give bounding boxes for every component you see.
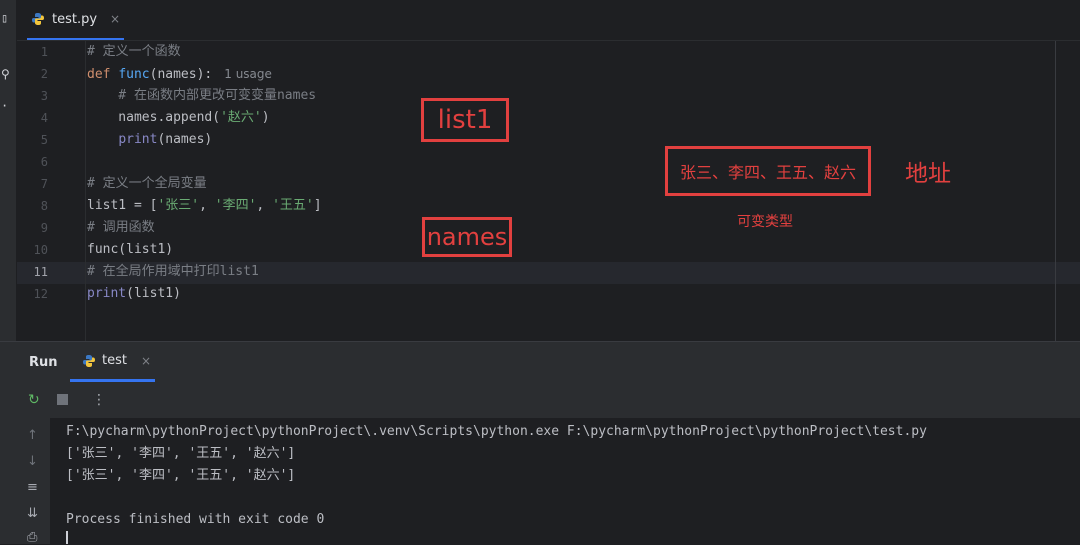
code-token: , — [199, 198, 215, 213]
left-tool-strip: ▯ ⚲ · — [0, 0, 17, 345]
line-number: 4 — [40, 111, 48, 125]
run-tab-label: test — [102, 353, 127, 368]
project-icon[interactable]: ▯ — [1, 12, 8, 24]
output-line: F:\pycharm\pythonProject\pythonProject\.… — [66, 424, 927, 439]
rerun-icon[interactable]: ↻ — [28, 392, 40, 408]
annotation-values-label: 张三、李四、王五、赵六 — [679, 163, 856, 182]
tab-filename: test.py — [52, 11, 98, 27]
line-number: 9 — [40, 221, 48, 235]
output-line: Process finished with exit code 0 — [66, 512, 325, 527]
run-title: Run — [29, 355, 58, 370]
annotation-names-label: names — [426, 223, 508, 251]
soft-wrap-icon[interactable]: ≡ — [27, 480, 38, 495]
code-token: (names): — [149, 67, 213, 82]
code-token: ) — [261, 110, 270, 125]
line-number: 12 — [33, 287, 48, 301]
annotation-mutable-label: 可变类型 — [737, 214, 793, 230]
line-number: 1 — [40, 45, 48, 59]
output-line: ['张三', '李四', '王五', '赵六'] — [66, 446, 296, 461]
tab-test-py[interactable]: test.py × — [27, 0, 125, 40]
code-line[interactable]: print(names) — [87, 129, 212, 151]
scroll-to-end-icon[interactable]: ⇊ — [27, 506, 38, 521]
code-token: print — [118, 132, 158, 147]
code-token: # 定义一个全局变量 — [87, 176, 207, 191]
run-toolbar: ↻ ⋮ — [0, 384, 1080, 418]
code-line[interactable]: # 调用函数 — [87, 217, 155, 239]
more-icon[interactable]: ⋮ — [92, 392, 106, 408]
code-editor[interactable]: 1 2 3 4 5 6 7 8 9 10 11 12 # 定义一个函数 def func(names):… — [17, 41, 1080, 341]
code-token: '张三' — [157, 198, 200, 213]
code-token: # 在函数内部更改可变变量names — [87, 88, 317, 103]
annotation-list1-label: list1 — [437, 105, 493, 135]
line-number: 8 — [40, 199, 48, 213]
stop-icon[interactable] — [57, 394, 68, 405]
code-token: names.append( — [87, 110, 221, 125]
code-token: # 调用函数 — [87, 220, 155, 235]
up-arrow-icon[interactable]: ↑ — [27, 428, 38, 443]
code-token: def — [87, 67, 119, 82]
code-token: func — [118, 67, 150, 82]
console-side-tools: ↑ ↓ ≡ ⇊ ⎙ — [0, 418, 50, 545]
code-token: ] — [313, 198, 322, 213]
line-number: 6 — [40, 155, 48, 169]
python-file-icon — [32, 13, 44, 25]
line-number: 3 — [40, 89, 48, 103]
line-number-gutter: 1 2 3 4 5 6 7 8 9 10 11 12 — [17, 41, 69, 341]
bookmark-icon[interactable]: ⚲ — [1, 68, 10, 80]
indent-guide — [85, 41, 86, 341]
code-token: , — [256, 198, 273, 213]
usage-hint[interactable]: 1 usage — [224, 67, 272, 81]
python-run-icon — [83, 354, 95, 367]
more-tools-icon[interactable]: · — [1, 100, 8, 112]
code-line[interactable]: # 在全局作用域中打印list1 — [87, 261, 259, 283]
editor-tab-bar: test.py × — [17, 0, 1080, 41]
code-line[interactable]: def func(names): 1 usage — [87, 63, 272, 85]
code-line[interactable]: print(list1) — [87, 283, 181, 305]
code-line[interactable]: list1 = ['张三', '李四', '王五'] — [87, 195, 322, 217]
run-tab-test[interactable]: test × — [70, 342, 155, 382]
code-token: # 定义一个函数 — [87, 44, 181, 59]
code-token: '王五' — [272, 198, 314, 213]
code-line[interactable]: names.append('赵六') — [87, 107, 270, 129]
line-number: 5 — [40, 133, 48, 147]
down-arrow-icon[interactable]: ↓ — [27, 454, 38, 469]
code-token: list1 = [ — [87, 198, 158, 213]
code-token: # 在全局作用域中打印list1 — [87, 264, 259, 279]
line-number: 2 — [40, 67, 48, 81]
console-caret — [66, 531, 68, 544]
annotation-box-names: names — [422, 217, 512, 257]
code-token: '李四' — [214, 198, 257, 213]
annotation-box-values: 张三、李四、王五、赵六 — [665, 146, 871, 196]
code-line[interactable]: func(list1) — [87, 239, 173, 261]
console-output[interactable]: ↑ ↓ ≡ ⇊ ⎙ F:\pycharm\pythonProject\pytho… — [0, 418, 1080, 545]
code-token: func(list1) — [87, 242, 174, 257]
code-token: '赵六' — [220, 110, 262, 125]
run-header: Run test × — [0, 342, 1080, 384]
run-panel: Run test × ↻ ⋮ ↑ ↓ ≡ ⇊ ⎙ F:\pycharm\pyth… — [0, 341, 1080, 545]
run-tab-close-icon[interactable]: × — [141, 354, 151, 368]
code-line[interactable]: # 在函数内部更改可变变量names — [87, 85, 316, 107]
output-line: ['张三', '李四', '王五', '赵六'] — [66, 468, 296, 483]
annotation-address-label: 地址 — [905, 161, 951, 187]
code-token: print — [87, 286, 127, 301]
line-number: 7 — [40, 177, 48, 191]
annotation-box-list1: list1 — [421, 98, 509, 142]
code-line[interactable]: # 定义一个全局变量 — [87, 173, 207, 195]
tab-close-icon[interactable]: × — [110, 12, 120, 26]
line-number: 10 — [33, 243, 48, 257]
code-token: (names) — [157, 132, 213, 147]
code-line[interactable]: # 定义一个函数 — [87, 41, 181, 63]
line-number: 11 — [33, 265, 48, 279]
right-margin-guide — [1055, 41, 1056, 341]
code-token: (list1) — [126, 286, 181, 301]
